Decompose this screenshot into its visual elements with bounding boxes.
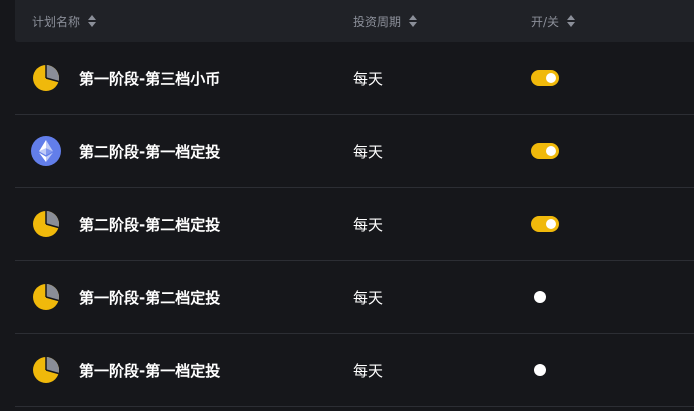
plan-period: 每天 [353, 361, 384, 380]
column-header-label: 投资周期 [353, 14, 402, 29]
table-row[interactable]: 第一阶段-第一档定投 每天 [15, 334, 694, 407]
sort-icon[interactable] [567, 15, 576, 27]
column-header-switch[interactable]: 开/关 [531, 0, 576, 42]
sort-icon[interactable] [88, 15, 97, 27]
enable-toggle[interactable] [531, 70, 559, 86]
ethereum-icon [31, 136, 61, 166]
toggle-knob [546, 219, 556, 229]
column-header-label: 开/关 [531, 14, 560, 29]
plan-name: 第一阶段-第一档定投 [79, 361, 221, 380]
plan-name: 第一阶段-第二档定投 [79, 288, 221, 307]
table-row[interactable]: 第一阶段-第二档定投 每天 [15, 261, 694, 334]
plan-period: 每天 [353, 288, 384, 307]
pie-chart-icon [33, 211, 59, 237]
table-row[interactable]: 第二阶段-第二档定投 每天 [15, 188, 694, 261]
pie-chart-icon [33, 284, 59, 310]
plan-period: 每天 [353, 69, 384, 88]
toggle-knob [546, 73, 556, 83]
table-header: 计划名称 投资周期 开/关 [15, 0, 694, 42]
column-header-label: 计划名称 [32, 14, 81, 29]
toggle-knob [534, 291, 546, 303]
sort-icon[interactable] [409, 15, 418, 27]
plan-table: 计划名称 投资周期 开/关 第一阶段-第三档小币 每天 第二阶段-第一档定投 每… [0, 0, 694, 411]
toggle-knob [534, 364, 546, 376]
table-row[interactable]: 第二阶段-第一档定投 每天 [15, 115, 694, 188]
plan-name: 第一阶段-第三档小币 [79, 69, 221, 88]
column-header-plan-name[interactable]: 计划名称 [32, 0, 97, 42]
pie-chart-icon [33, 357, 59, 383]
enable-toggle[interactable] [531, 216, 559, 232]
pie-chart-icon [33, 65, 59, 91]
table-row[interactable]: 第一阶段-第三档小币 每天 [15, 42, 694, 115]
enable-toggle[interactable] [531, 289, 559, 305]
enable-toggle[interactable] [531, 143, 559, 159]
plan-period: 每天 [353, 215, 384, 234]
column-header-period[interactable]: 投资周期 [353, 0, 418, 42]
plan-period: 每天 [353, 142, 384, 161]
enable-toggle[interactable] [531, 362, 559, 378]
plan-name: 第二阶段-第一档定投 [79, 142, 221, 161]
plan-name: 第二阶段-第二档定投 [79, 215, 221, 234]
toggle-knob [546, 146, 556, 156]
